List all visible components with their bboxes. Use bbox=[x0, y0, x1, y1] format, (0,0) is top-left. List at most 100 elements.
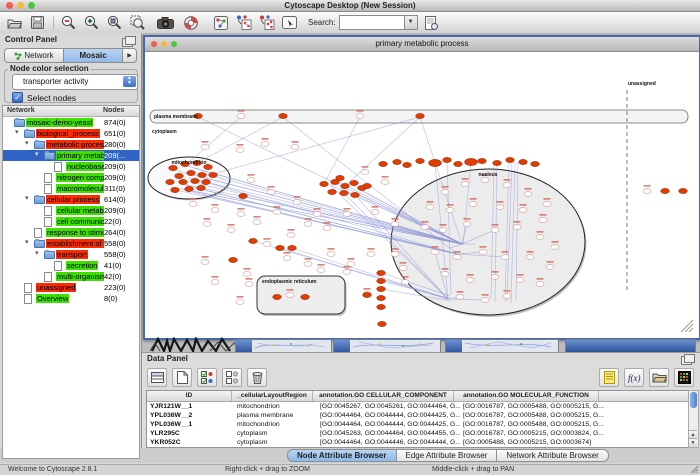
tree-row[interactable]: multi-organism pro42(0) bbox=[3, 271, 139, 282]
tree-row[interactable]: ▾transport558(0) bbox=[3, 249, 139, 260]
minimized-window[interactable] bbox=[235, 339, 332, 352]
svg-text:endoplasmic reticulum: endoplasmic reticulum bbox=[262, 279, 317, 285]
minimized-window-preview bbox=[463, 340, 556, 350]
new-attribute-icon[interactable] bbox=[172, 368, 192, 387]
tree-row-label: biological_process bbox=[36, 129, 100, 138]
tab-node-attribute-browser[interactable]: Node Attribute Browser bbox=[287, 449, 397, 462]
delete-attribute-icon[interactable] bbox=[247, 368, 267, 387]
folder-icon bbox=[44, 152, 55, 160]
expand-arrow-icon[interactable]: ▾ bbox=[35, 249, 39, 257]
network-window-titlebar[interactable]: primary metabolic process bbox=[145, 37, 699, 52]
expand-arrow-icon[interactable]: ▾ bbox=[25, 194, 29, 202]
column-header[interactable]: annotation.GO MOLECULAR_FUNCTION bbox=[454, 391, 599, 401]
search-dropdown-arrow[interactable]: ▼ bbox=[405, 15, 418, 30]
zoom-out-icon[interactable] bbox=[59, 14, 77, 31]
tree-row[interactable]: macromolecule311(0) bbox=[3, 183, 139, 194]
table-cell bbox=[607, 402, 690, 411]
select-attributes-icon[interactable] bbox=[197, 368, 217, 387]
expand-arrow-icon[interactable]: ▾ bbox=[35, 150, 39, 158]
network-file-icon bbox=[44, 173, 52, 183]
tree-row[interactable]: Overview8(0) bbox=[3, 293, 139, 304]
vizmapper-edges-icon[interactable] bbox=[258, 14, 276, 31]
attribute-table-icon[interactable] bbox=[147, 368, 167, 387]
node-color-dropdown[interactable]: transporter activity ▲▼ bbox=[12, 74, 138, 90]
minimized-window[interactable] bbox=[565, 339, 696, 352]
table-cell: [GO:0016787, GO:0005488, GO:0005215, G..… bbox=[460, 402, 607, 411]
open-icon[interactable] bbox=[5, 14, 23, 31]
tree-row-node-count: 209(0) bbox=[104, 162, 126, 171]
tree-row[interactable]: ▾metabolic process280(0) bbox=[3, 139, 139, 150]
unselect-attributes-icon[interactable] bbox=[222, 368, 242, 387]
tab-overflow-button[interactable]: ▶ bbox=[123, 48, 137, 63]
zoom-selected-icon[interactable] bbox=[128, 14, 146, 31]
table-row[interactable]: YLR295Ccytoplasm[GO:0045263, GO:0044464,… bbox=[147, 429, 690, 438]
column-header[interactable] bbox=[599, 391, 690, 401]
save-icon[interactable] bbox=[28, 14, 46, 31]
table-row[interactable]: YPL036W__2plasma membrane[GO:0044464, GO… bbox=[147, 411, 690, 420]
attribute-table[interactable]: ID_cellularLayoutRegionannotation.GO CEL… bbox=[146, 390, 691, 448]
control-panel-empty-area bbox=[2, 424, 140, 459]
expand-arrow-icon[interactable]: ▾ bbox=[15, 128, 19, 136]
table-row[interactable]: YKR052Ccytoplasm[GO:0044464, GO:0044446,… bbox=[147, 438, 690, 447]
network-file-icon bbox=[24, 283, 32, 293]
network-desktop: primary metabolic process plasma membran… bbox=[142, 33, 700, 352]
tab-edge-attribute-browser[interactable]: Edge Attribute Browser bbox=[397, 449, 498, 462]
tab-network[interactable]: Network bbox=[4, 48, 64, 63]
network-window[interactable]: primary metabolic process plasma membran… bbox=[143, 35, 700, 340]
tree-row-node-count: 209(0) bbox=[104, 173, 126, 182]
float-panel-icon[interactable] bbox=[122, 38, 133, 47]
tree-row[interactable]: secretion41(0) bbox=[3, 260, 139, 271]
tree-row[interactable]: ▾cellular process614(0) bbox=[3, 194, 139, 205]
tree-row[interactable]: response to stimul264(0) bbox=[3, 227, 139, 238]
zoom-fit-icon[interactable] bbox=[105, 14, 123, 31]
notes-icon[interactable] bbox=[599, 368, 619, 387]
table-row[interactable]: YPL036W__1mitochondrion[GO:0044464, GO:0… bbox=[147, 420, 690, 429]
minimized-window[interactable] bbox=[333, 339, 441, 352]
import-network-icon[interactable] bbox=[423, 14, 441, 31]
import-attributes-icon[interactable] bbox=[649, 368, 669, 387]
tree-row[interactable]: ▾establishment of lo558(0) bbox=[3, 238, 139, 249]
tree-row-node-count: 280(0) bbox=[104, 140, 126, 149]
snapshot-icon[interactable] bbox=[156, 14, 174, 31]
function-builder-icon[interactable]: f(x) bbox=[624, 368, 644, 387]
float-data-panel-icon[interactable] bbox=[681, 356, 692, 365]
attribute-matrix-icon[interactable] bbox=[674, 368, 694, 387]
column-header[interactable]: _cellularLayoutRegion bbox=[232, 391, 313, 401]
tab-network-attribute-browser[interactable]: Network Attribute Browser bbox=[497, 449, 608, 462]
tree-row[interactable]: ▾primary metabo209(... bbox=[3, 150, 139, 161]
table-row[interactable]: YJR121W__1mitochondrion[GO:0045267, GO:0… bbox=[147, 402, 690, 411]
tree-row[interactable]: cell communicat22(0) bbox=[3, 216, 139, 227]
tree-row[interactable]: unassigned223(0) bbox=[3, 282, 139, 293]
tree-row-node-count: 874(0) bbox=[104, 118, 126, 127]
resize-grip-icon[interactable] bbox=[690, 465, 699, 474]
table-scrollbar[interactable]: ▲ ▼ bbox=[688, 390, 699, 448]
control-panel-title: Control Panel bbox=[5, 35, 57, 44]
scroll-down-icon[interactable]: ▼ bbox=[689, 438, 697, 447]
help-icon[interactable] bbox=[182, 14, 200, 31]
tree-row[interactable]: nitrogen compo209(0) bbox=[3, 172, 139, 183]
tree-row[interactable]: ▾biological_process651(0) bbox=[3, 128, 139, 139]
tree-row[interactable]: nucleobase-209(0) bbox=[3, 161, 139, 172]
table-cell bbox=[607, 411, 690, 420]
network-graph[interactable]: plasma membranecytoplasmmitochondrionnuc… bbox=[145, 52, 695, 334]
column-header[interactable]: ID bbox=[147, 391, 232, 401]
zoom-in-icon[interactable] bbox=[82, 14, 100, 31]
column-header[interactable]: annotation.GO CELLULAR_COMPONENT bbox=[313, 391, 454, 401]
tab-mosaic[interactable]: Mosaic bbox=[64, 48, 123, 63]
tree-row-node-count: 311(0) bbox=[104, 184, 125, 193]
expand-arrow-icon[interactable]: ▾ bbox=[25, 139, 29, 147]
app-title: Cytoscape Desktop (New Session) bbox=[0, 1, 700, 10]
select-nodes-checkbox[interactable]: ✓ bbox=[12, 92, 23, 103]
search-input[interactable] bbox=[339, 15, 405, 30]
tree-row-node-count: 558(0) bbox=[104, 250, 126, 259]
svg-text:unassigned: unassigned bbox=[628, 81, 656, 87]
minimized-window[interactable] bbox=[445, 339, 559, 352]
tree-row[interactable]: cellular metabo209(0) bbox=[3, 205, 139, 216]
annotations-icon[interactable] bbox=[280, 14, 298, 31]
network-canvas[interactable]: plasma membranecytoplasmmitochondrionnuc… bbox=[145, 52, 695, 334]
tree-row[interactable]: mosaic-demo-yeast874(0) bbox=[3, 117, 139, 128]
vizmapper-nodes-icon[interactable] bbox=[235, 14, 253, 31]
scrollbar-thumb[interactable] bbox=[690, 392, 697, 408]
layout-icon[interactable] bbox=[212, 14, 230, 31]
expand-arrow-icon[interactable]: ▾ bbox=[25, 238, 29, 246]
